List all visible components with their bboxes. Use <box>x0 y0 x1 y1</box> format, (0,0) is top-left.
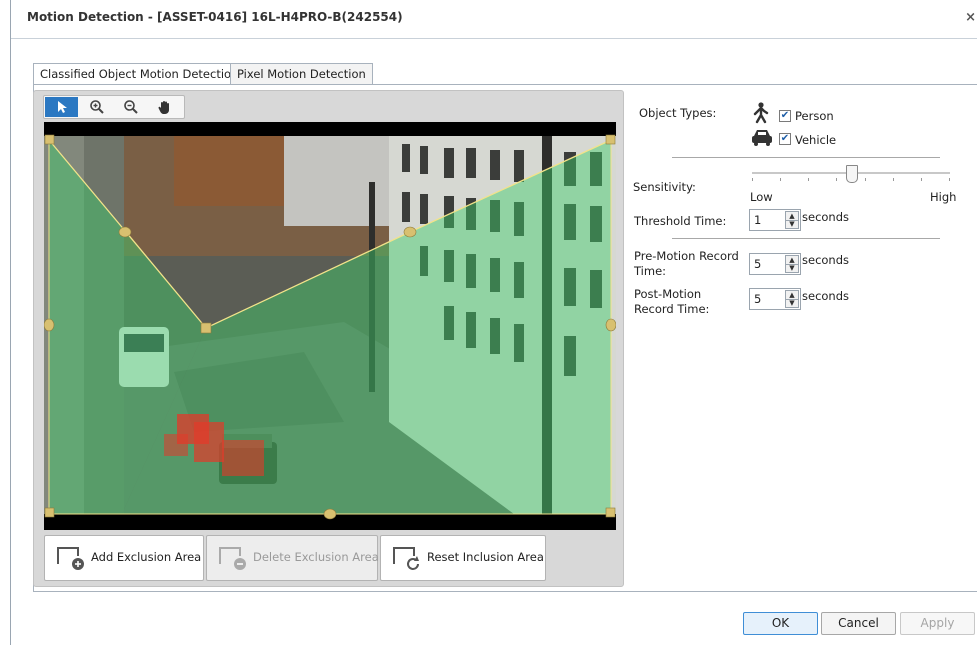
vehicle-icon <box>752 130 772 146</box>
sensitivity-label: Sensitivity: <box>633 180 696 194</box>
midpoint-handle[interactable] <box>118 226 132 238</box>
post-motion-label-line1: Post-Motion <box>634 287 702 301</box>
sensitivity-high-label: High <box>930 190 957 204</box>
sensitivity-low-label: Low <box>750 190 773 204</box>
reset-inclusion-icon <box>393 547 419 570</box>
spin-up-icon[interactable]: ▲ <box>786 291 798 299</box>
vehicle-checkbox[interactable]: ✔ <box>779 133 791 145</box>
corner-handle[interactable] <box>44 507 55 518</box>
pre-motion-value: 5 <box>754 257 762 271</box>
corner-handle[interactable] <box>605 507 616 518</box>
vertex-handle[interactable] <box>200 322 212 334</box>
pre-motion-spinner[interactable]: 5 ▲ ▼ <box>749 253 801 275</box>
tab-pixel-motion-detection[interactable]: Pixel Motion Detection <box>230 63 373 84</box>
apply-button[interactable]: Apply <box>900 612 975 635</box>
title-bar: Motion Detection - [ASSET-0416] 16L-H4PR… <box>11 0 977 39</box>
zoom-in-icon[interactable] <box>80 97 113 117</box>
spin-up-icon[interactable]: ▲ <box>786 256 798 264</box>
delete-exclusion-icon <box>219 547 246 570</box>
spin-down-icon[interactable]: ▼ <box>786 220 798 228</box>
person-icon <box>753 102 769 124</box>
midpoint-handle[interactable] <box>403 226 417 238</box>
tab-classified-object-motion-detection[interactable]: Classified Object Motion Detection <box>33 63 246 85</box>
pan-hand-icon[interactable] <box>148 97 181 117</box>
divider <box>672 238 940 239</box>
camera-view[interactable] <box>44 122 616 530</box>
threshold-time-spinner[interactable]: 1 ▲ ▼ <box>749 209 801 231</box>
delete-exclusion-label: Delete Exclusion Area <box>253 550 379 564</box>
add-exclusion-icon <box>57 547 84 570</box>
view-toolbar <box>43 95 185 119</box>
midpoint-handle[interactable] <box>44 318 55 332</box>
vehicle-label: Vehicle <box>795 133 837 147</box>
person-label: Person <box>795 109 834 123</box>
post-motion-label-line2: Record Time: <box>634 302 710 316</box>
corner-handle[interactable] <box>605 134 616 145</box>
post-motion-unit: seconds <box>802 289 850 303</box>
delete-exclusion-area-button[interactable]: Delete Exclusion Area <box>206 535 379 581</box>
zoom-out-icon[interactable] <box>114 97 147 117</box>
divider <box>672 157 940 158</box>
reset-inclusion-area-button[interactable]: Reset Inclusion Area <box>380 535 546 581</box>
window-title: Motion Detection - [ASSET-0416] 16L-H4PR… <box>27 10 403 24</box>
add-exclusion-area-button[interactable]: Add Exclusion Area <box>44 535 204 581</box>
reset-inclusion-label: Reset Inclusion Area <box>427 550 544 564</box>
post-motion-value: 5 <box>754 292 762 306</box>
threshold-time-label: Threshold Time: <box>634 214 727 228</box>
spin-down-icon[interactable]: ▼ <box>786 299 798 307</box>
threshold-time-value: 1 <box>754 213 762 227</box>
person-checkbox[interactable]: ✔ <box>779 110 791 122</box>
add-exclusion-label: Add Exclusion Area <box>91 550 202 564</box>
threshold-time-unit: seconds <box>802 210 850 224</box>
select-arrow-icon[interactable] <box>45 97 78 117</box>
pre-motion-unit: seconds <box>802 253 850 267</box>
sensitivity-slider[interactable] <box>752 165 952 185</box>
midpoint-handle[interactable] <box>605 318 616 332</box>
spin-down-icon[interactable]: ▼ <box>786 264 798 272</box>
cancel-button[interactable]: Cancel <box>821 612 896 635</box>
corner-handle[interactable] <box>44 134 55 145</box>
sensitivity-slider-thumb[interactable] <box>846 165 858 183</box>
post-motion-spinner[interactable]: 5 ▲ ▼ <box>749 288 801 310</box>
pre-motion-label-line2: Time: <box>634 264 667 278</box>
close-icon[interactable]: × <box>965 10 976 25</box>
object-types-label: Object Types: <box>639 106 717 120</box>
pre-motion-label-line1: Pre-Motion Record <box>634 249 739 263</box>
ok-button[interactable]: OK <box>743 612 818 635</box>
spin-up-icon[interactable]: ▲ <box>786 212 798 220</box>
midpoint-handle[interactable] <box>323 508 337 520</box>
